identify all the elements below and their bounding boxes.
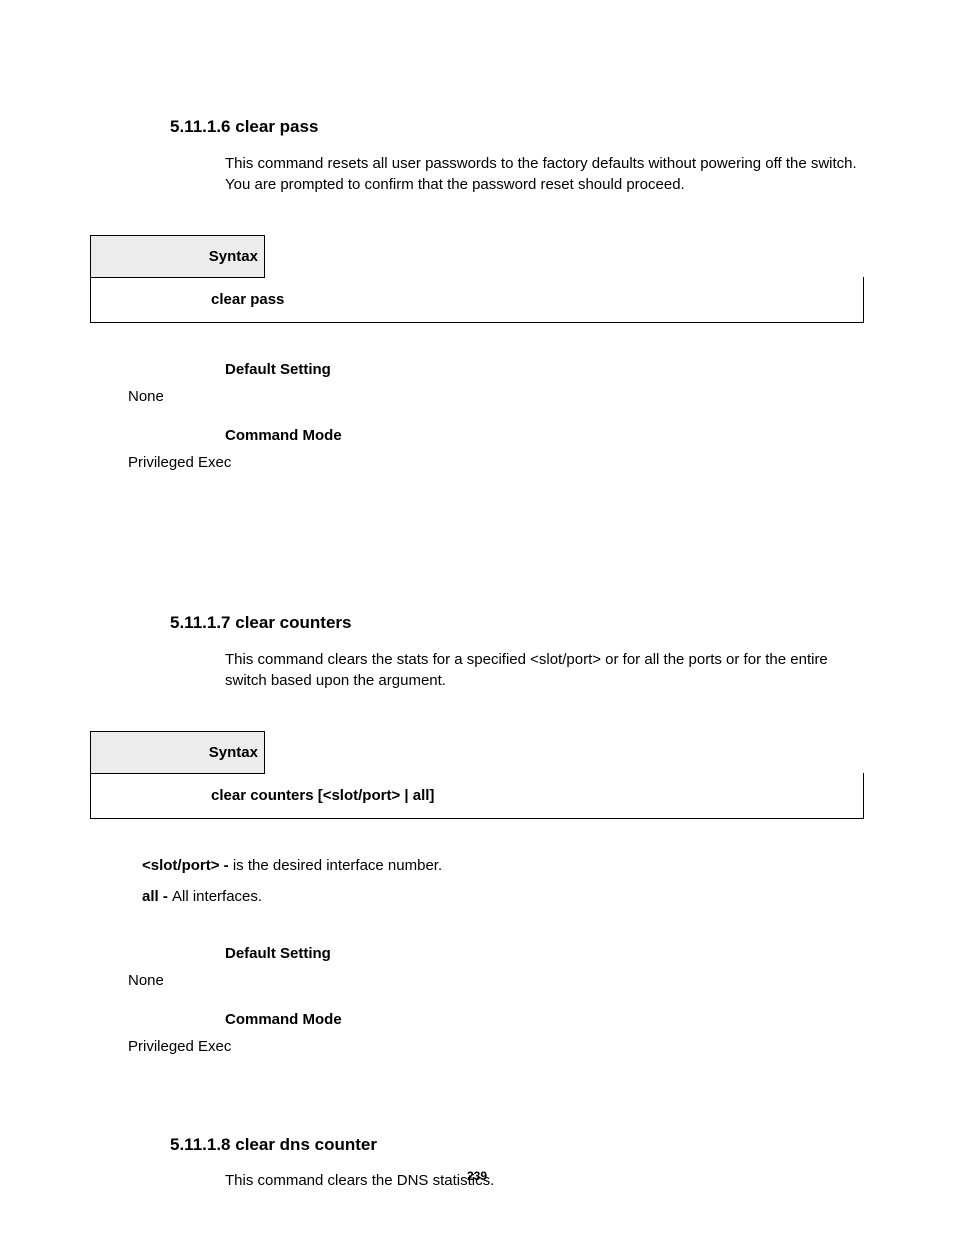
syntax-block: Syntax clear pass <box>90 235 864 323</box>
parameter-all: all - All interfaces. <box>142 886 864 907</box>
syntax-label: Syntax <box>90 235 265 278</box>
section-title: clear dns counter <box>235 1135 377 1154</box>
parameter-term: all - <box>142 888 172 905</box>
syntax-command: clear counters [<slot/port> | all] <box>90 773 864 819</box>
default-setting-value: None <box>128 970 864 991</box>
parameter-desc: All interfaces. <box>172 888 262 905</box>
section-description: This command clears the stats for a spec… <box>225 649 864 691</box>
section-number: 5.11.1.7 <box>170 613 231 632</box>
command-mode-label: Command Mode <box>225 1009 864 1030</box>
parameter-slot-port: <slot/port> - is the desired interface n… <box>142 855 864 876</box>
command-mode-value: Privileged Exec <box>128 452 864 473</box>
default-setting-value: None <box>128 386 864 407</box>
syntax-command: clear pass <box>90 277 864 323</box>
parameter-term: <slot/port> - <box>142 857 233 874</box>
page-number: 239 <box>0 1168 954 1185</box>
syntax-block: Syntax clear counters [<slot/port> | all… <box>90 731 864 819</box>
section-description: This command resets all user passwords t… <box>225 153 864 195</box>
command-mode-label: Command Mode <box>225 425 864 446</box>
default-setting-label: Default Setting <box>225 359 864 380</box>
section-number: 5.11.1.6 <box>170 117 231 136</box>
section-heading-clear-dns-counter: 5.11.1.8 clear dns counter <box>170 1133 864 1157</box>
page-content: 5.11.1.6 clear pass This command resets … <box>0 0 954 1191</box>
syntax-label: Syntax <box>90 731 265 774</box>
section-number: 5.11.1.8 <box>170 1135 231 1154</box>
command-mode-value: Privileged Exec <box>128 1036 864 1057</box>
parameter-desc: is the desired interface number. <box>233 857 442 874</box>
section-title: clear pass <box>235 117 318 136</box>
spacer <box>90 1075 864 1133</box>
section-heading-clear-pass: 5.11.1.6 clear pass <box>170 115 864 139</box>
section-heading-clear-counters: 5.11.1.7 clear counters <box>170 611 864 635</box>
default-setting-label: Default Setting <box>225 943 864 964</box>
section-title: clear counters <box>235 613 351 632</box>
spacer <box>90 491 864 611</box>
